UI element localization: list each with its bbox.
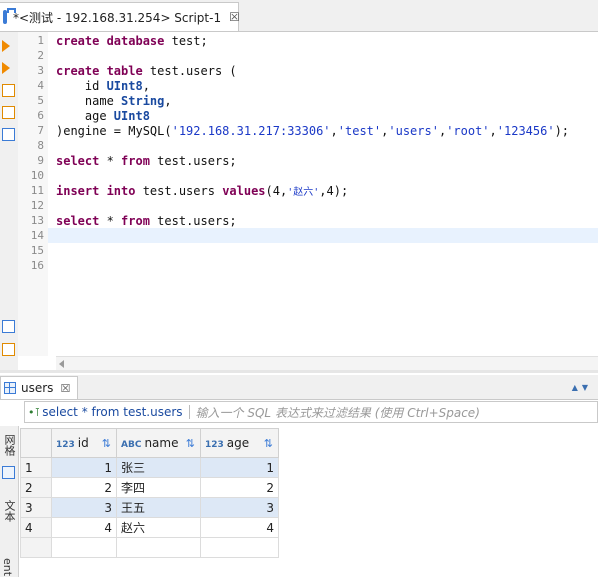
filter-input-placeholder[interactable]: 输入一个 SQL 表达式来过滤结果 (使用 Ctrl+Space) xyxy=(196,404,480,421)
tab-title: *<测试 - 192.168.31.254> Script-1 xyxy=(13,10,222,25)
empty-cell xyxy=(51,537,117,558)
cell-age[interactable]: 2 xyxy=(200,477,279,498)
table-row[interactable]: 2 2 李四 2 xyxy=(20,477,279,498)
sql-script-icon xyxy=(3,8,16,24)
code-line: insert into test.users values(4,'赵六',4); xyxy=(56,184,349,198)
cell-age[interactable]: 3 xyxy=(200,497,279,518)
cell-id[interactable]: 3 xyxy=(51,497,117,518)
line-number: 12 xyxy=(30,199,44,212)
tab-grid[interactable]: 网格 xyxy=(1,434,17,456)
row-number: 1 xyxy=(20,457,52,478)
row-number-header xyxy=(20,428,52,458)
code-line: name String, xyxy=(56,94,172,108)
results-view-switcher: 网格 文本 ent xyxy=(0,426,19,577)
execute-script-new-tab-button[interactable] xyxy=(2,106,15,119)
filter-history-icon[interactable]: •⊺ xyxy=(28,406,40,419)
splitter[interactable] xyxy=(0,370,598,373)
tab-script-1[interactable]: *<测试 - 192.168.31.254> Script-1 ☒ xyxy=(0,2,240,31)
grid-view-icon[interactable] xyxy=(2,466,15,479)
close-tab-icon[interactable]: ☒ xyxy=(229,10,240,24)
column-header-name[interactable]: ABC name ⇅ xyxy=(116,428,201,458)
close-results-tab-icon[interactable]: ☒ xyxy=(60,382,70,395)
cell-name[interactable]: 赵六 xyxy=(116,517,201,538)
tab-text[interactable]: 文本 xyxy=(1,500,17,522)
cell-age[interactable]: 1 xyxy=(200,457,279,478)
sql-editor[interactable]: create database test; create table test.… xyxy=(56,32,598,356)
line-number: 4 xyxy=(37,79,44,92)
text-type-icon: ABC xyxy=(121,440,142,450)
line-number: 5 xyxy=(37,94,44,107)
code-line: )engine = MySQL('192.168.31.217:33306','… xyxy=(56,124,570,138)
cell-id[interactable]: 2 xyxy=(51,477,117,498)
line-number: 1 xyxy=(37,34,44,47)
table-row[interactable]: 4 4 赵六 4 xyxy=(20,517,279,538)
tab-extra[interactable]: ent xyxy=(1,558,14,576)
line-number: 2 xyxy=(37,49,44,62)
column-header-age[interactable]: 123 age ⇅ xyxy=(200,428,279,458)
empty-row xyxy=(20,537,279,558)
line-number: 15 xyxy=(30,244,44,257)
cell-id[interactable]: 4 xyxy=(51,517,117,538)
numeric-type-icon: 123 xyxy=(56,440,75,450)
line-number: 11 xyxy=(30,184,44,197)
table-row[interactable]: 3 3 王五 3 xyxy=(20,497,279,518)
divider xyxy=(188,405,190,419)
load-script-icon[interactable] xyxy=(2,343,15,356)
cell-age[interactable]: 4 xyxy=(200,517,279,538)
active-query: select * from test.users xyxy=(42,405,183,419)
table-icon xyxy=(4,382,16,394)
row-number: 4 xyxy=(20,517,52,538)
code-line: create database test; xyxy=(56,34,208,48)
cell-id[interactable]: 1 xyxy=(51,457,117,478)
editor-tab-bar: *<测试 - 192.168.31.254> Script-1 ☒ xyxy=(0,0,598,32)
panel-maximize-restore-icon[interactable]: ▲▼ xyxy=(572,383,592,392)
line-number: 16 xyxy=(30,259,44,272)
code-line: select * from test.users; xyxy=(56,154,237,168)
filter-bar[interactable]: •⊺ select * from test.users 输入一个 SQL 表达式… xyxy=(24,401,598,423)
line-number: 7 xyxy=(37,124,44,137)
line-number: 9 xyxy=(37,154,44,167)
results-tab-bar: users ☒ ▲▼ xyxy=(0,375,598,400)
code-line: age UInt8 xyxy=(56,109,150,123)
sort-filter-icon[interactable]: ⇅ xyxy=(102,437,111,450)
line-number: 6 xyxy=(37,109,44,122)
execute-script-button[interactable] xyxy=(2,84,15,97)
table-row[interactable]: 1 1 张三 1 xyxy=(20,457,279,478)
execute-statement-button[interactable] xyxy=(2,40,15,53)
row-number: 3 xyxy=(20,497,52,518)
empty-cell xyxy=(116,537,201,558)
explain-plan-button[interactable] xyxy=(2,128,15,141)
line-number: 14 xyxy=(30,229,44,242)
code-line: id UInt8, xyxy=(56,79,150,93)
cell-name[interactable]: 王五 xyxy=(116,497,201,518)
line-number: 8 xyxy=(37,139,44,152)
line-number: 13 xyxy=(30,214,44,227)
code-line: create table test.users ( xyxy=(56,64,237,78)
cell-name[interactable]: 李四 xyxy=(116,477,201,498)
cell-name[interactable]: 张三 xyxy=(116,457,201,478)
execute-statement-new-tab-button[interactable] xyxy=(2,62,15,75)
tab-users[interactable]: users ☒ xyxy=(0,376,78,399)
row-number xyxy=(20,537,52,558)
play-plus-icon xyxy=(2,62,10,74)
horizontal-scrollbar[interactable] xyxy=(56,356,598,371)
line-number-gutter: 1 2 3 4 5 6 7 8 9 10 11 12 13 14 15 16 xyxy=(18,32,48,356)
numeric-type-icon: 123 xyxy=(205,440,224,450)
sort-filter-icon[interactable]: ⇅ xyxy=(186,437,195,450)
export-icon[interactable] xyxy=(2,320,15,333)
line-number: 10 xyxy=(30,169,44,182)
row-number: 2 xyxy=(20,477,52,498)
editor-side-toolbar xyxy=(0,32,18,372)
results-grid: 123 id ⇅ ABC name ⇅ 123 age ⇅ 1 1 张三 1 2 2 李四 … xyxy=(20,428,279,558)
empty-cell xyxy=(200,537,279,558)
sort-filter-icon[interactable]: ⇅ xyxy=(264,437,273,450)
column-header-id[interactable]: 123 id ⇅ xyxy=(51,428,117,458)
line-number: 3 xyxy=(37,64,44,77)
scroll-left-icon[interactable] xyxy=(59,360,64,368)
code-line: select * from test.users; xyxy=(56,214,237,228)
results-tab-label: users xyxy=(21,381,54,395)
play-icon xyxy=(2,40,10,52)
